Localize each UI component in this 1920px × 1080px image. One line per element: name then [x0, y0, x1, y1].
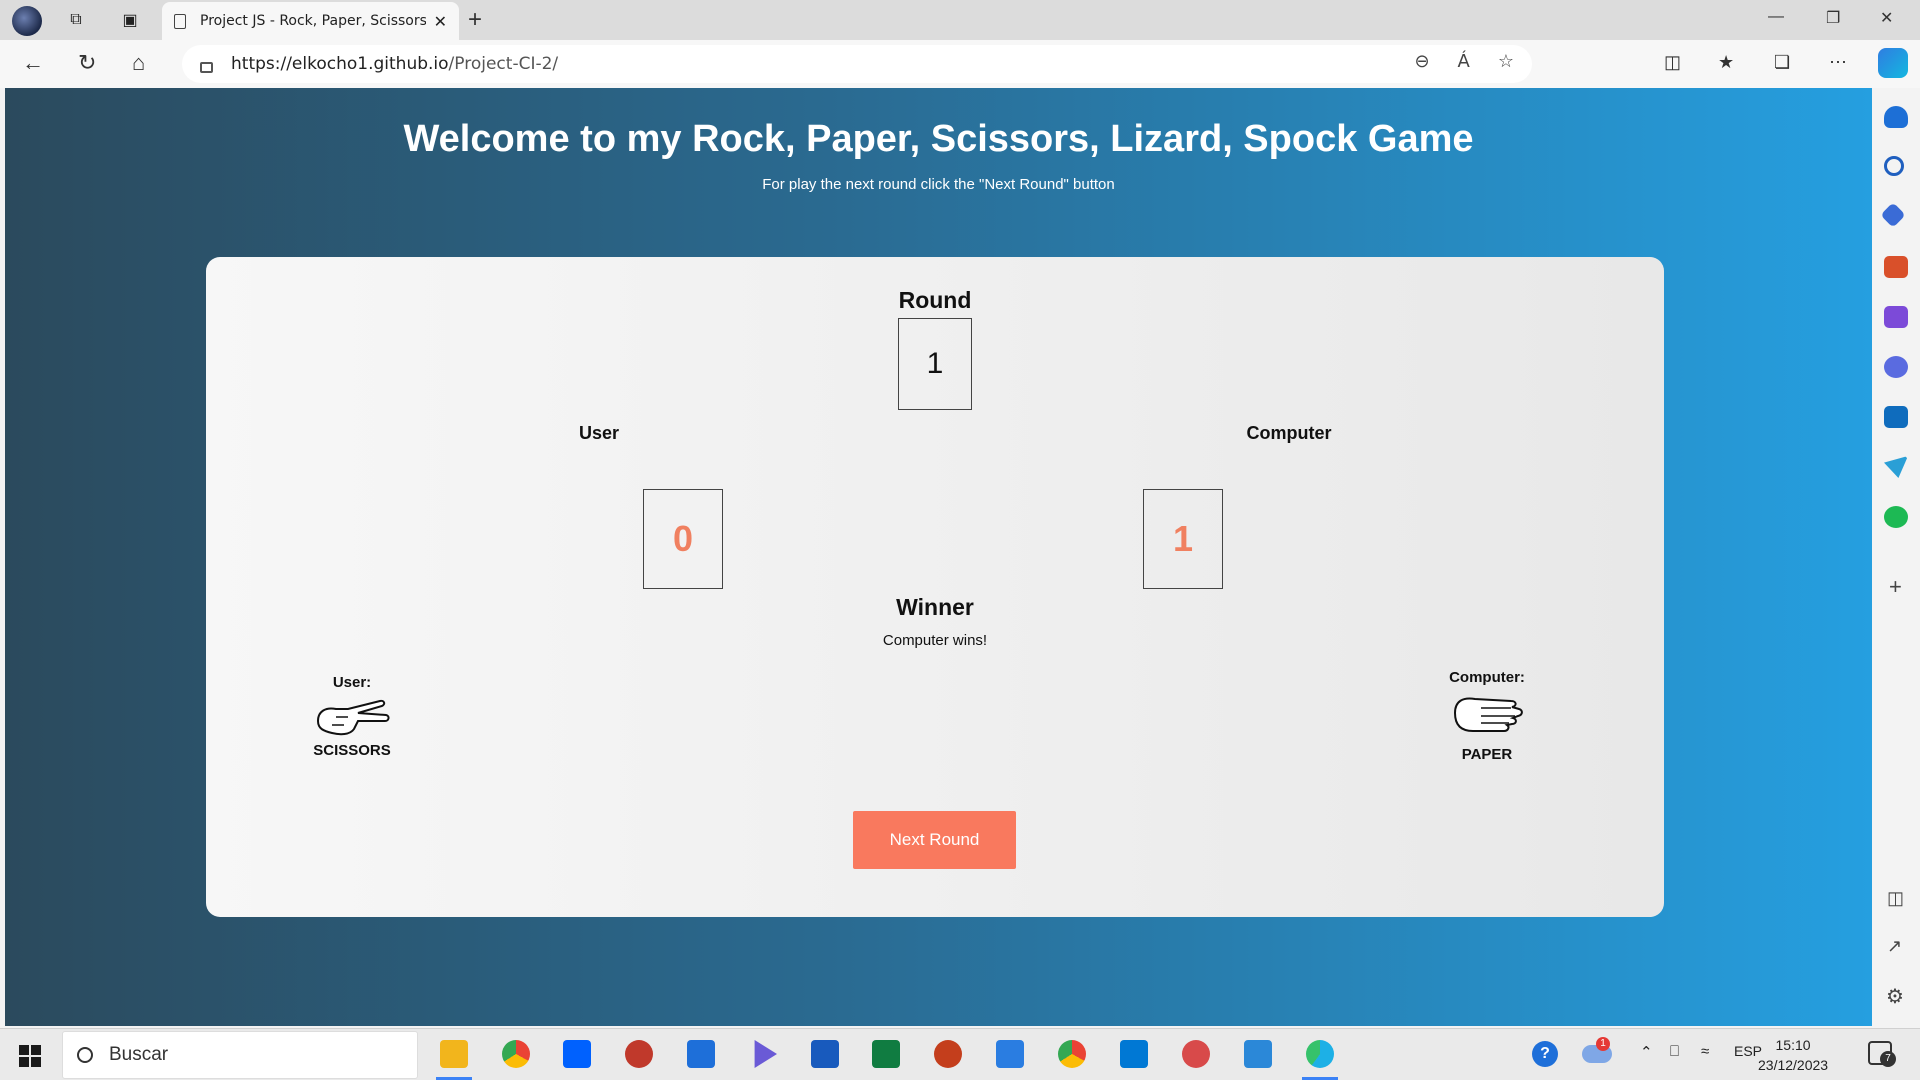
game-card: Round 1 User 0 Computer 1 User: SCISSORS… — [206, 257, 1664, 917]
workspaces-icon[interactable]: ⧉ — [63, 8, 89, 32]
computer-choice: PAPER — [1461, 746, 1513, 763]
computer-score: 1 — [1172, 518, 1194, 559]
outlook-icon[interactable] — [1884, 406, 1908, 428]
user-choice-label: User: — [332, 674, 372, 691]
close-tab-icon[interactable]: ✕ — [434, 12, 447, 31]
address-bar-row: ← ↻ ⌂ https://elkocho1.github.io/Project… — [0, 40, 1920, 88]
user-score-box: 0 — [643, 489, 723, 589]
profile-avatar[interactable] — [12, 6, 42, 36]
help-icon[interactable]: ? — [1532, 1041, 1558, 1067]
url-field[interactable]: https://elkocho1.github.io/Project-CI-2/… — [182, 45, 1532, 83]
favorite-star-icon[interactable]: ☆ — [1498, 51, 1514, 72]
url-path: /Project-CI-2/ — [448, 54, 559, 74]
add-sidebar-icon[interactable]: + — [1889, 574, 1902, 600]
chevron-up-icon[interactable]: ⌃ — [1640, 1043, 1653, 1061]
computer-choice-label: Computer: — [1449, 669, 1525, 686]
computer-score-box: 1 — [1143, 489, 1223, 589]
tab-actions-icon[interactable]: ▣ — [117, 8, 143, 32]
external-link-icon[interactable]: ↗ — [1887, 936, 1902, 957]
word-icon[interactable] — [811, 1040, 839, 1068]
cloud-badge: 1 — [1596, 1037, 1610, 1051]
next-round-button[interactable]: Next Round — [853, 811, 1016, 869]
lock-icon — [200, 61, 213, 73]
vscode-icon[interactable] — [1120, 1040, 1148, 1068]
split-screen-icon[interactable]: ◫ — [1664, 52, 1681, 73]
clock[interactable]: 15:10 23/12/2023 — [1758, 1035, 1828, 1075]
windows-start-icon[interactable] — [19, 1045, 41, 1067]
chrome-profile-icon[interactable] — [1058, 1040, 1086, 1068]
home-icon[interactable]: ⌂ — [132, 50, 145, 76]
round-label: Round — [898, 287, 972, 313]
file-explorer-icon[interactable] — [440, 1040, 468, 1068]
page-icon — [174, 13, 186, 29]
notification-count: 7 — [1880, 1051, 1896, 1067]
collections-icon[interactable]: ❏ — [1774, 52, 1790, 73]
browser-window: ⧉ ▣ Project JS - Rock, Paper, Scissors, … — [0, 0, 1920, 1028]
taskbar-search-placeholder: Buscar — [109, 1044, 169, 1065]
app-icon[interactable] — [625, 1040, 653, 1068]
excel-icon[interactable] — [872, 1040, 900, 1068]
read-aloud-icon[interactable]: Á — [1458, 51, 1470, 72]
tab-title: Project JS - Rock, Paper, Scissors, Liza… — [200, 13, 426, 29]
clock-date: 23/12/2023 — [1758, 1057, 1829, 1073]
spotify-icon[interactable] — [1884, 506, 1908, 528]
photos-icon[interactable] — [1244, 1040, 1272, 1068]
page-subtitle: For play the next round click the "Next … — [762, 176, 1115, 193]
round-box: 1 — [898, 318, 972, 410]
url-host: https://elkocho1.github.io — [231, 54, 449, 74]
user-choice: SCISSORS — [313, 742, 391, 759]
page-viewport: Welcome to my Rock, Paper, Scissors, Liz… — [5, 88, 1872, 1026]
mail-icon[interactable] — [996, 1040, 1024, 1068]
edge-icon[interactable] — [1306, 1040, 1334, 1068]
wifi-icon[interactable]: ≈ — [1701, 1043, 1709, 1060]
settings-gear-icon[interactable]: ⚙ — [1886, 984, 1904, 1009]
camera-icon[interactable]: ⎕ — [1670, 1043, 1679, 1060]
close-window-icon[interactable]: ✕ — [1880, 8, 1893, 28]
chrome-icon[interactable] — [502, 1040, 530, 1068]
search-icon — [77, 1047, 93, 1063]
winner-text: Computer wins! — [882, 632, 988, 649]
paint-icon[interactable] — [1182, 1040, 1210, 1068]
tools-icon[interactable] — [1884, 256, 1908, 278]
copilot-icon[interactable] — [1878, 48, 1908, 78]
favorites-icon[interactable]: ★ — [1718, 52, 1734, 73]
user-score: 0 — [672, 518, 694, 559]
taskbar: Buscar ? 1 ⌃ ⎕ ≈ ESP 15:10 23/12/2023 7 — [0, 1028, 1920, 1080]
clipchamp-icon[interactable] — [754, 1040, 777, 1068]
send-icon[interactable] — [1884, 456, 1908, 478]
clock-time: 15:10 — [1775, 1037, 1811, 1053]
refresh-icon[interactable]: ↻ — [78, 50, 96, 76]
microsoft365-icon[interactable] — [1884, 356, 1908, 378]
sidebar-toggle-icon[interactable]: ◫ — [1887, 888, 1904, 909]
new-tab-icon[interactable]: + — [468, 6, 482, 34]
zoom-icon[interactable]: ⊖ — [1414, 51, 1429, 72]
tab-strip: ⧉ ▣ Project JS - Rock, Paper, Scissors, … — [0, 0, 1920, 40]
user-score-label: User — [578, 423, 620, 443]
scissors-hand-icon — [316, 699, 390, 736]
minimize-icon[interactable]: — — [1768, 8, 1784, 26]
paper-hand-icon — [1453, 697, 1523, 732]
dropbox-icon[interactable] — [563, 1040, 591, 1068]
shopping-tag-icon[interactable] — [1880, 202, 1906, 228]
restore-icon[interactable]: ❐ — [1826, 8, 1840, 28]
taskbar-search-field[interactable]: Buscar — [62, 1031, 418, 1079]
computer-score-label: Computer — [1246, 423, 1332, 443]
games-icon[interactable] — [1884, 306, 1908, 328]
round-value: 1 — [926, 347, 944, 380]
winner-label: Winner — [896, 594, 974, 620]
back-icon[interactable]: ← — [22, 50, 44, 76]
window-app-icon[interactable] — [687, 1040, 715, 1068]
browser-tab[interactable]: Project JS - Rock, Paper, Scissors, Liza… — [162, 2, 459, 40]
page-title: Welcome to my Rock, Paper, Scissors, Liz… — [403, 118, 1474, 160]
more-menu-icon[interactable]: ⋯ — [1829, 52, 1847, 73]
powerpoint-icon[interactable] — [934, 1040, 962, 1068]
edge-sidebar: + ◫ ↗ ⚙ — [1872, 88, 1920, 1028]
notifications-bell-icon[interactable] — [1884, 106, 1908, 128]
search-icon[interactable] — [1884, 156, 1904, 176]
